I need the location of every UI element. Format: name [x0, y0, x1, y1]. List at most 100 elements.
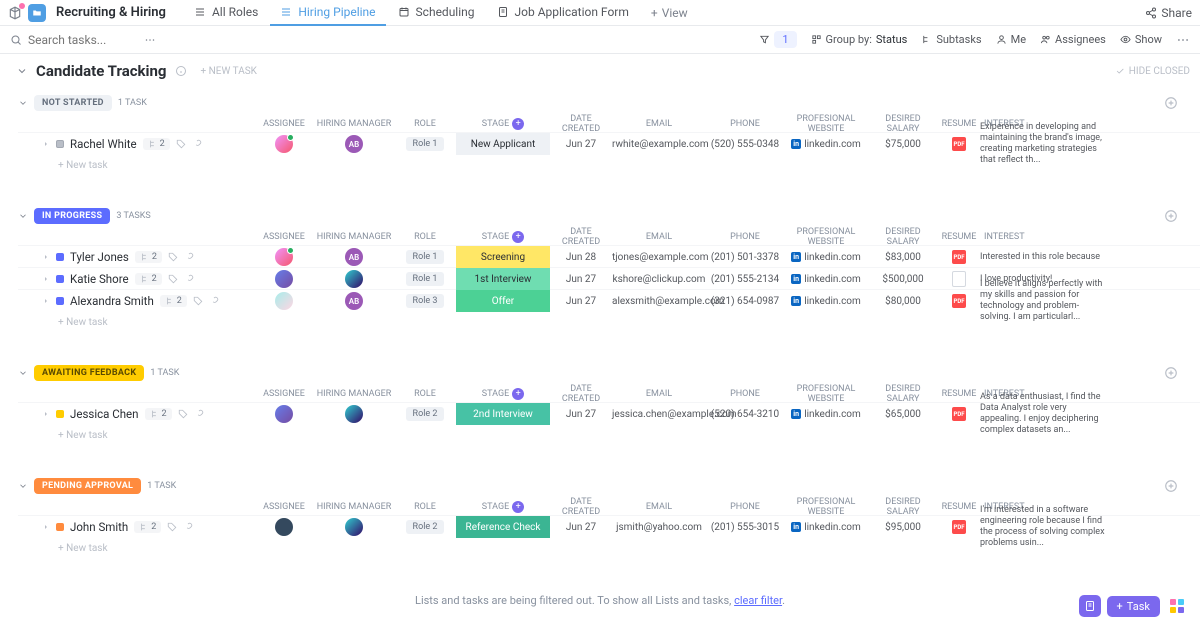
- phone-cell[interactable]: (321) 654-0987: [706, 296, 784, 307]
- stage-add-icon[interactable]: +: [512, 231, 524, 243]
- assignees-button[interactable]: Assignees: [1040, 33, 1106, 46]
- role-cell[interactable]: Role 2: [394, 520, 456, 534]
- assignee-cell[interactable]: [254, 248, 314, 266]
- date-cell[interactable]: Jun 27: [550, 139, 612, 150]
- cube-icon[interactable]: [8, 6, 22, 20]
- date-cell[interactable]: Jun 27: [550, 296, 612, 307]
- subtask-count[interactable]: 2: [160, 295, 187, 307]
- col-phone[interactable]: PHONE: [706, 232, 784, 242]
- subtask-count[interactable]: 2: [134, 521, 161, 533]
- expand-icon[interactable]: [42, 253, 50, 261]
- link-icon[interactable]: [183, 522, 193, 532]
- expand-icon[interactable]: [42, 410, 50, 418]
- email-cell[interactable]: rwhite@example.com: [612, 139, 706, 150]
- col-role[interactable]: ROLE: [394, 232, 456, 242]
- tag-icon[interactable]: [193, 296, 203, 306]
- list-title[interactable]: Candidate Tracking: [36, 62, 167, 80]
- col-phone[interactable]: PHONE: [706, 119, 784, 129]
- manager-cell[interactable]: [314, 518, 394, 536]
- salary-cell[interactable]: $500,000: [868, 274, 938, 285]
- col-hiring-manager[interactable]: HIRING MANAGER: [314, 232, 394, 242]
- tab-scheduling[interactable]: Scheduling: [388, 0, 485, 26]
- hide-closed-button[interactable]: HIDE CLOSED: [1115, 66, 1190, 77]
- salary-cell[interactable]: $80,000: [868, 296, 938, 307]
- date-cell[interactable]: Jun 27: [550, 522, 612, 533]
- col-assignee[interactable]: ASSIGNEE: [254, 232, 314, 242]
- add-column-icon[interactable]: [1164, 479, 1178, 493]
- assignee-cell[interactable]: [254, 135, 314, 153]
- status-pill[interactable]: AWAITING FEEDBACK: [34, 365, 144, 381]
- col-email[interactable]: EMAIL: [612, 232, 706, 242]
- col-assignee[interactable]: ASSIGNEE: [254, 502, 314, 512]
- col-email[interactable]: EMAIL: [612, 119, 706, 129]
- task-name[interactable]: Tyler Jones: [70, 250, 129, 264]
- col-assignee[interactable]: ASSIGNEE: [254, 119, 314, 129]
- resume-cell[interactable]: PDF: [938, 250, 980, 264]
- table-row[interactable]: Tyler Jones 2 AB Role 1 Screening Jun 28…: [18, 245, 1200, 267]
- salary-cell[interactable]: $83,000: [868, 252, 938, 263]
- interest-cell[interactable]: I'm interested in a software engineering…: [980, 505, 1110, 548]
- phone-cell[interactable]: (520) 555-0348: [706, 139, 784, 150]
- link-icon[interactable]: [209, 296, 219, 306]
- phone-cell[interactable]: (201) 501-3378: [706, 252, 784, 263]
- col-email[interactable]: EMAIL: [612, 502, 706, 512]
- link-icon[interactable]: [184, 252, 194, 262]
- stage-cell[interactable]: 1st Interview: [456, 268, 550, 290]
- fab-notepad[interactable]: [1079, 595, 1101, 617]
- expand-icon[interactable]: [42, 523, 50, 531]
- col-hiring-manager[interactable]: HIRING MANAGER: [314, 119, 394, 129]
- status-dot[interactable]: [56, 275, 64, 283]
- col-role[interactable]: ROLE: [394, 502, 456, 512]
- list-new-task[interactable]: + NEW TASK: [201, 66, 257, 77]
- resume-cell[interactable]: PDF: [938, 407, 980, 421]
- interest-cell[interactable]: Exiperence in developing and maintaining…: [980, 122, 1110, 165]
- col-phone[interactable]: PHONE: [706, 389, 784, 399]
- manager-cell[interactable]: AB: [314, 135, 394, 153]
- interest-cell[interactable]: I believe it aligns perfectly with my sk…: [980, 279, 1110, 322]
- salary-cell[interactable]: $65,000: [868, 409, 938, 420]
- role-cell[interactable]: Role 3: [394, 294, 456, 308]
- role-cell[interactable]: Role 1: [394, 137, 456, 151]
- salary-cell[interactable]: $95,000: [868, 522, 938, 533]
- status-dot[interactable]: [56, 523, 64, 531]
- tab-all-roles[interactable]: All Roles: [184, 0, 268, 26]
- assignee-cell[interactable]: [254, 405, 314, 423]
- me-button[interactable]: Me: [996, 33, 1026, 46]
- pdf-icon[interactable]: PDF: [952, 407, 966, 421]
- assignee-cell[interactable]: [254, 518, 314, 536]
- tab-job-application-form[interactable]: Job Application Form: [487, 0, 639, 26]
- col-date-created[interactable]: DATE CREATED: [550, 384, 612, 404]
- tab-hiring-pipeline[interactable]: Hiring Pipeline: [270, 0, 385, 26]
- link-icon[interactable]: [192, 139, 202, 149]
- expand-icon[interactable]: [42, 297, 50, 305]
- website-cell[interactable]: inlinkedin.com: [784, 296, 868, 307]
- stage-add-icon[interactable]: +: [512, 118, 524, 130]
- status-dot[interactable]: [56, 140, 64, 148]
- col-date-created[interactable]: DATE CREATED: [550, 114, 612, 134]
- col-interest[interactable]: INTEREST: [980, 232, 1110, 242]
- phone-cell[interactable]: (520) 654-3210: [706, 409, 784, 420]
- filter-button[interactable]: 1: [759, 31, 796, 48]
- stage-cell[interactable]: 2nd Interview: [456, 403, 550, 425]
- email-cell[interactable]: kshore@clickup.com: [612, 274, 706, 285]
- col-role[interactable]: ROLE: [394, 119, 456, 129]
- add-view-button[interactable]: + View: [641, 6, 698, 20]
- email-cell[interactable]: alexsmith@example.com: [612, 296, 706, 307]
- clear-filter-link[interactable]: clear filter: [734, 594, 782, 607]
- stage-cell[interactable]: Reference Check: [456, 516, 550, 538]
- role-cell[interactable]: Role 1: [394, 272, 456, 286]
- pdf-icon[interactable]: PDF: [952, 520, 966, 534]
- manager-cell[interactable]: [314, 270, 394, 288]
- website-cell[interactable]: inlinkedin.com: [784, 522, 868, 533]
- tag-icon[interactable]: [168, 274, 178, 284]
- status-pill[interactable]: IN PROGRESS: [34, 208, 110, 224]
- col-resume[interactable]: RESUME: [938, 119, 980, 129]
- col-website[interactable]: PROFESIONAL WEBSITE: [784, 497, 868, 517]
- chevron-down-icon[interactable]: [18, 481, 28, 491]
- role-cell[interactable]: Role 1: [394, 250, 456, 264]
- col-hiring-manager[interactable]: HIRING MANAGER: [314, 389, 394, 399]
- resume-cell[interactable]: PDF: [938, 137, 980, 151]
- date-cell[interactable]: Jun 27: [550, 274, 612, 285]
- task-name[interactable]: Alexandra Smith: [70, 294, 154, 308]
- col-assignee[interactable]: ASSIGNEE: [254, 389, 314, 399]
